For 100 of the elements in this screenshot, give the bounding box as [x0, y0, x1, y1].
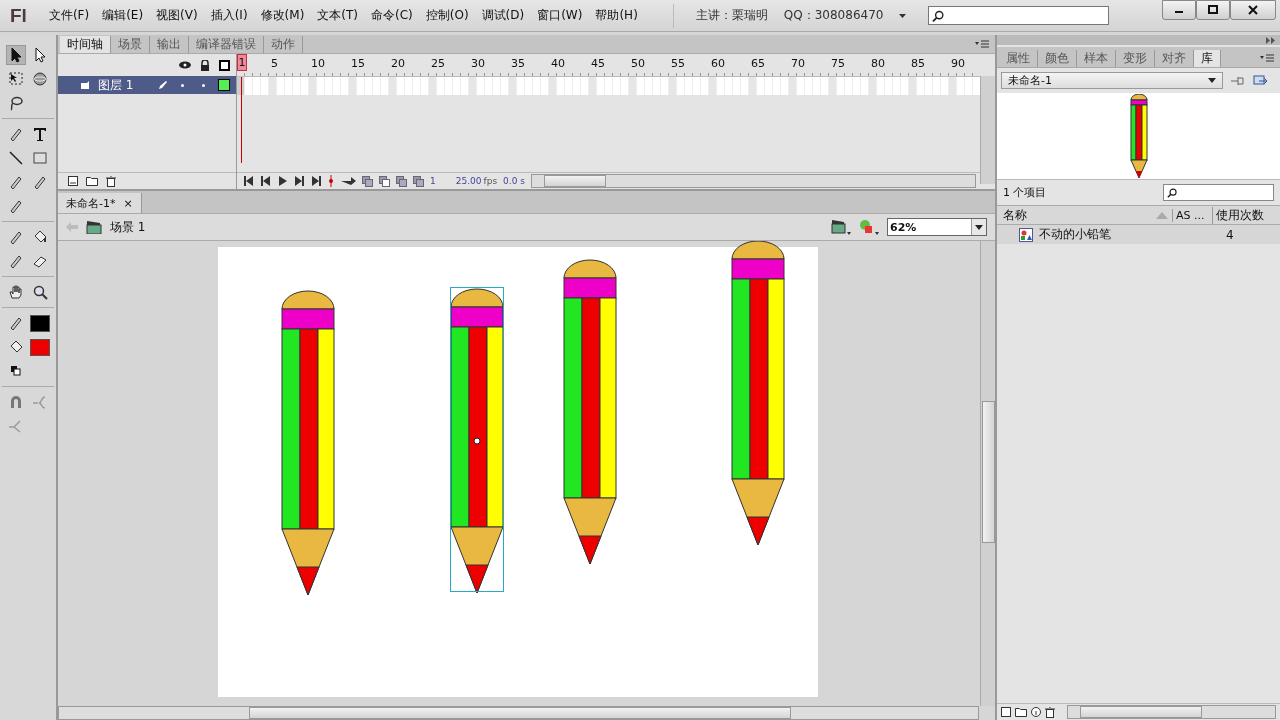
close-tab-button[interactable]: ×	[123, 196, 133, 210]
menu-item[interactable]: 插入(I)	[210, 7, 248, 24]
frame-ruler[interactable]: 1 5 10 15 20 25 30 35 40 45 50 55 60 65 70 75 80 85 90	[237, 54, 980, 77]
pencil-drawing[interactable]	[281, 290, 335, 596]
eye-icon[interactable]	[179, 61, 191, 69]
frame-number: 50	[631, 57, 645, 70]
onion-skin-icon[interactable]	[413, 175, 424, 187]
frame-number: 25	[431, 57, 445, 70]
menu-item[interactable]: 文件(F)	[48, 7, 90, 24]
visible-dot-icon[interactable]	[181, 83, 184, 87]
collapse-icon[interactable]	[1266, 36, 1276, 44]
color-swatch[interactable]	[30, 314, 50, 332]
column-header[interactable]: 使用次数	[1212, 206, 1280, 224]
step-forward-icon[interactable]	[311, 176, 322, 186]
caret-icon[interactable]	[899, 13, 907, 18]
close-button[interactable]	[1230, 0, 1276, 20]
back-arrow-icon	[66, 222, 78, 232]
trash-icon[interactable]	[106, 175, 116, 187]
vertical-scrollbar[interactable]	[980, 241, 995, 706]
qq-label: QQ：308086470	[783, 7, 884, 24]
play-icon[interactable]	[277, 176, 288, 186]
step-back-icon[interactable]	[243, 176, 254, 186]
use-count: 4	[1226, 227, 1235, 242]
panel-menu-icon[interactable]	[975, 40, 989, 48]
frame-rate[interactable]: 25.00	[455, 176, 482, 186]
pencil-icon	[158, 80, 168, 90]
unlocked-dot-icon[interactable]	[202, 83, 205, 87]
horizontal-scrollbar[interactable]	[58, 706, 979, 720]
search-field[interactable]	[928, 6, 1110, 25]
document-dropdown[interactable]: 未命名-1	[1001, 72, 1223, 89]
fps-label: fps	[483, 176, 498, 186]
layer-color-icon[interactable]	[218, 79, 230, 91]
search-field[interactable]	[1163, 184, 1274, 201]
frame-number: 5	[271, 57, 278, 70]
pencil-drawing[interactable]	[731, 241, 785, 546]
graphic-symbol-icon	[1019, 227, 1033, 242]
frame-number: 10	[311, 57, 325, 70]
step-back-icon[interactable]	[260, 176, 271, 186]
folder-icon[interactable]	[1015, 707, 1027, 717]
pencil-drawing[interactable]	[450, 287, 504, 594]
color-swatch[interactable]	[30, 338, 50, 356]
maximize-icon	[1208, 5, 1218, 15]
layer-row[interactable]: 图层 1	[58, 76, 236, 94]
layer-name: 图层 1	[98, 76, 134, 94]
menu-item[interactable]: 帮助(H)	[595, 7, 638, 24]
folder-icon[interactable]	[86, 176, 98, 186]
column-header[interactable]: AS ...	[1172, 208, 1208, 222]
elapsed-time[interactable]: 0.0 s	[503, 176, 525, 186]
menu-item[interactable]: 编辑(E)	[102, 7, 144, 24]
onion-skin-icon[interactable]	[362, 175, 373, 187]
menu-item[interactable]: 视图(V)	[156, 7, 198, 24]
frame-number: 60	[711, 57, 725, 70]
menu-item[interactable]: 命令(C)	[371, 7, 413, 24]
frame-number: 20	[391, 57, 405, 70]
vertical-scrollbar[interactable]	[980, 76, 995, 184]
edit-symbols-icon[interactable]	[859, 219, 879, 235]
item-name: 不动的小铅笔	[1039, 226, 1112, 243]
frame-number: 30	[471, 57, 485, 70]
library-item[interactable]: 不动的小铅笔 4	[997, 225, 1280, 244]
document-title: 未命名-1*	[66, 195, 116, 211]
document-tab[interactable]: 未命名-1* ×	[58, 193, 142, 213]
step-forward-icon[interactable]	[294, 176, 305, 186]
playhead[interactable]: 1	[237, 54, 247, 71]
trash-icon[interactable]	[1045, 706, 1055, 718]
outline-icon[interactable]	[219, 59, 230, 71]
onion-skin-icon[interactable]	[379, 175, 390, 187]
presenter-label: 主讲：栗瑞明	[695, 7, 768, 24]
menu-item[interactable]: 文本(T)	[317, 7, 358, 24]
new-layer-icon[interactable]	[68, 176, 78, 186]
item-count: 1 个项目	[1003, 185, 1047, 200]
caret-icon	[1208, 78, 1216, 83]
pin-icon[interactable]	[1231, 75, 1245, 86]
edit-scene-icon[interactable]	[831, 219, 851, 235]
menu-item[interactable]: 调试(D)	[481, 7, 525, 24]
minimize-button[interactable]	[1162, 0, 1196, 20]
3d-rotation-icon[interactable]	[30, 69, 50, 89]
loop-icon[interactable]	[340, 176, 356, 186]
frame-number: 35	[511, 57, 525, 70]
panel-menu-icon[interactable]	[1260, 54, 1274, 62]
new-library-icon[interactable]	[1253, 74, 1269, 87]
horizontal-scrollbar[interactable]	[530, 174, 976, 188]
frame-number: 70	[791, 57, 805, 70]
close-icon	[1248, 5, 1258, 15]
column-header[interactable]: 名称	[1003, 206, 1152, 224]
menu-item[interactable]: 修改(M)	[260, 7, 305, 24]
scene-name[interactable]: 场景 1	[110, 218, 146, 236]
panel-tab[interactable]: 时间轴	[60, 36, 111, 53]
onion-skin-icon[interactable]	[396, 175, 407, 187]
info-icon[interactable]	[1031, 707, 1041, 717]
zoom-dropdown[interactable]: 62%	[887, 218, 987, 236]
horizontal-scrollbar[interactable]	[1067, 705, 1276, 719]
menu-item[interactable]: 窗口(W)	[537, 7, 583, 24]
menu-item[interactable]: 控制(O)	[425, 7, 469, 24]
new-symbol-icon[interactable]	[1001, 707, 1011, 717]
lock-icon[interactable]	[200, 59, 210, 71]
pencil-drawing[interactable]	[563, 259, 617, 565]
current-frame[interactable]: 1	[430, 176, 436, 186]
panel-tab[interactable]: 库	[1194, 50, 1221, 67]
center-frame-icon[interactable]	[328, 175, 334, 187]
maximize-button[interactable]	[1196, 0, 1230, 20]
